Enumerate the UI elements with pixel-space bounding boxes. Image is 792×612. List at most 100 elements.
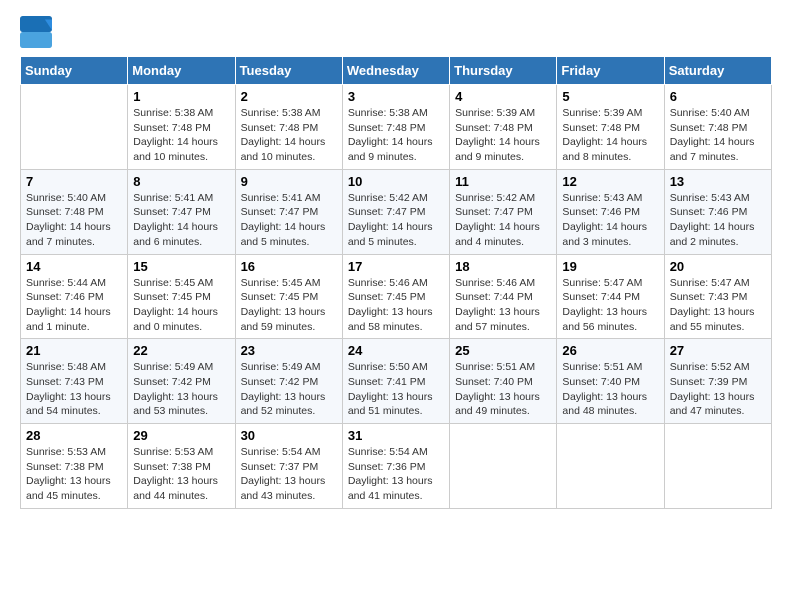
calendar-cell: 3 Sunrise: 5:38 AMSunset: 7:48 PMDaylight…: [342, 85, 449, 170]
day-number: 29: [133, 428, 229, 443]
day-info: Sunrise: 5:38 AMSunset: 7:48 PMDaylight:…: [241, 106, 337, 165]
day-info: Sunrise: 5:38 AMSunset: 7:48 PMDaylight:…: [133, 106, 229, 165]
day-number: 5: [562, 89, 658, 104]
calendar-cell: 20Sunrise: 5:47 AMSunset: 7:43 PMDayligh…: [664, 254, 771, 339]
calendar-cell: 7 Sunrise: 5:40 AMSunset: 7:48 PMDaylight…: [21, 169, 128, 254]
calendar-cell: [21, 85, 128, 170]
week-row-2: 7 Sunrise: 5:40 AMSunset: 7:48 PMDaylight…: [21, 169, 772, 254]
calendar-cell: 9 Sunrise: 5:41 AMSunset: 7:47 PMDaylight…: [235, 169, 342, 254]
col-header-monday: Monday: [128, 57, 235, 85]
day-info: Sunrise: 5:41 AMSunset: 7:47 PMDaylight:…: [241, 191, 337, 250]
calendar-cell: 16 Sunrise: 5:45 AMSunset: 7:45 PMDayligh…: [235, 254, 342, 339]
day-number: 6: [670, 89, 766, 104]
calendar-cell: 19 Sunrise: 5:47 AMSunset: 7:44 PMDayligh…: [557, 254, 664, 339]
calendar-cell: 25 Sunrise: 5:51 AMSunset: 7:40 PMDayligh…: [450, 339, 557, 424]
day-info: Sunrise: 5:40 AMSunset: 7:48 PMDaylight:…: [26, 191, 122, 250]
day-info: Sunrise: 5:45 AMSunset: 7:45 PMDaylight:…: [241, 276, 337, 335]
calendar-cell: 15 Sunrise: 5:45 AMSunset: 7:45 PMDayligh…: [128, 254, 235, 339]
day-number: 11: [455, 174, 551, 189]
col-header-thursday: Thursday: [450, 57, 557, 85]
week-row-4: 21 Sunrise: 5:48 AMSunset: 7:43 PMDayligh…: [21, 339, 772, 424]
day-info: Sunrise: 5:40 AMSunset: 7:48 PMDaylight:…: [670, 106, 766, 165]
calendar-cell: 11Sunrise: 5:42 AMSunset: 7:47 PMDayligh…: [450, 169, 557, 254]
day-number: 31: [348, 428, 444, 443]
day-number: 8: [133, 174, 229, 189]
day-info: Sunrise: 5:50 AMSunset: 7:41 PMDaylight:…: [348, 360, 444, 419]
day-number: 12: [562, 174, 658, 189]
page-header: [20, 16, 772, 48]
calendar-cell: 4 Sunrise: 5:39 AMSunset: 7:48 PMDaylight…: [450, 85, 557, 170]
day-number: 16: [241, 259, 337, 274]
day-info: Sunrise: 5:45 AMSunset: 7:45 PMDaylight:…: [133, 276, 229, 335]
day-number: 21: [26, 343, 122, 358]
calendar-cell: [557, 424, 664, 509]
week-row-1: 1 Sunrise: 5:38 AMSunset: 7:48 PMDaylight…: [21, 85, 772, 170]
day-info: Sunrise: 5:51 AMSunset: 7:40 PMDaylight:…: [455, 360, 551, 419]
calendar-cell: 17 Sunrise: 5:46 AMSunset: 7:45 PMDayligh…: [342, 254, 449, 339]
calendar-cell: 21 Sunrise: 5:48 AMSunset: 7:43 PMDayligh…: [21, 339, 128, 424]
day-number: 4: [455, 89, 551, 104]
header-row: SundayMondayTuesdayWednesdayThursdayFrid…: [21, 57, 772, 85]
col-header-sunday: Sunday: [21, 57, 128, 85]
day-number: 14: [26, 259, 122, 274]
day-number: 3: [348, 89, 444, 104]
day-info: Sunrise: 5:39 AMSunset: 7:48 PMDaylight:…: [562, 106, 658, 165]
day-number: 13: [670, 174, 766, 189]
calendar-cell: 30Sunrise: 5:54 AMSunset: 7:37 PMDayligh…: [235, 424, 342, 509]
day-number: 7: [26, 174, 122, 189]
day-number: 17: [348, 259, 444, 274]
calendar-cell: [450, 424, 557, 509]
day-info: Sunrise: 5:43 AMSunset: 7:46 PMDaylight:…: [562, 191, 658, 250]
week-row-5: 28Sunrise: 5:53 AMSunset: 7:38 PMDayligh…: [21, 424, 772, 509]
calendar-cell: 12 Sunrise: 5:43 AMSunset: 7:46 PMDayligh…: [557, 169, 664, 254]
col-header-tuesday: Tuesday: [235, 57, 342, 85]
calendar-cell: 31 Sunrise: 5:54 AMSunset: 7:36 PMDayligh…: [342, 424, 449, 509]
day-number: 24: [348, 343, 444, 358]
day-info: Sunrise: 5:46 AMSunset: 7:45 PMDaylight:…: [348, 276, 444, 335]
calendar-cell: 23 Sunrise: 5:49 AMSunset: 7:42 PMDayligh…: [235, 339, 342, 424]
day-info: Sunrise: 5:39 AMSunset: 7:48 PMDaylight:…: [455, 106, 551, 165]
day-number: 1: [133, 89, 229, 104]
day-info: Sunrise: 5:49 AMSunset: 7:42 PMDaylight:…: [241, 360, 337, 419]
calendar-cell: 22 Sunrise: 5:49 AMSunset: 7:42 PMDayligh…: [128, 339, 235, 424]
calendar-cell: [664, 424, 771, 509]
calendar-cell: 13Sunrise: 5:43 AMSunset: 7:46 PMDayligh…: [664, 169, 771, 254]
calendar-cell: 26Sunrise: 5:51 AMSunset: 7:40 PMDayligh…: [557, 339, 664, 424]
calendar-cell: 8 Sunrise: 5:41 AMSunset: 7:47 PMDaylight…: [128, 169, 235, 254]
day-info: Sunrise: 5:48 AMSunset: 7:43 PMDaylight:…: [26, 360, 122, 419]
calendar-cell: 29 Sunrise: 5:53 AMSunset: 7:38 PMDayligh…: [128, 424, 235, 509]
day-info: Sunrise: 5:51 AMSunset: 7:40 PMDaylight:…: [562, 360, 658, 419]
day-number: 27: [670, 343, 766, 358]
day-number: 25: [455, 343, 551, 358]
day-number: 9: [241, 174, 337, 189]
day-info: Sunrise: 5:44 AMSunset: 7:46 PMDaylight:…: [26, 276, 122, 335]
day-info: Sunrise: 5:53 AMSunset: 7:38 PMDaylight:…: [133, 445, 229, 504]
day-info: Sunrise: 5:53 AMSunset: 7:38 PMDaylight:…: [26, 445, 122, 504]
calendar-cell: 18 Sunrise: 5:46 AMSunset: 7:44 PMDayligh…: [450, 254, 557, 339]
day-number: 22: [133, 343, 229, 358]
day-number: 18: [455, 259, 551, 274]
calendar-cell: 24 Sunrise: 5:50 AMSunset: 7:41 PMDayligh…: [342, 339, 449, 424]
day-number: 23: [241, 343, 337, 358]
week-row-3: 14 Sunrise: 5:44 AMSunset: 7:46 PMDayligh…: [21, 254, 772, 339]
calendar-table: SundayMondayTuesdayWednesdayThursdayFrid…: [20, 56, 772, 509]
day-number: 2: [241, 89, 337, 104]
day-number: 10: [348, 174, 444, 189]
calendar-cell: 10 Sunrise: 5:42 AMSunset: 7:47 PMDayligh…: [342, 169, 449, 254]
day-number: 19: [562, 259, 658, 274]
day-info: Sunrise: 5:49 AMSunset: 7:42 PMDaylight:…: [133, 360, 229, 419]
day-info: Sunrise: 5:41 AMSunset: 7:47 PMDaylight:…: [133, 191, 229, 250]
logo-icon: [20, 16, 52, 48]
calendar-cell: 28Sunrise: 5:53 AMSunset: 7:38 PMDayligh…: [21, 424, 128, 509]
day-info: Sunrise: 5:46 AMSunset: 7:44 PMDaylight:…: [455, 276, 551, 335]
col-header-wednesday: Wednesday: [342, 57, 449, 85]
calendar-cell: 6 Sunrise: 5:40 AMSunset: 7:48 PMDaylight…: [664, 85, 771, 170]
day-info: Sunrise: 5:42 AMSunset: 7:47 PMDaylight:…: [348, 191, 444, 250]
day-info: Sunrise: 5:38 AMSunset: 7:48 PMDaylight:…: [348, 106, 444, 165]
day-number: 15: [133, 259, 229, 274]
day-info: Sunrise: 5:54 AMSunset: 7:36 PMDaylight:…: [348, 445, 444, 504]
calendar-cell: 2 Sunrise: 5:38 AMSunset: 7:48 PMDaylight…: [235, 85, 342, 170]
col-header-saturday: Saturday: [664, 57, 771, 85]
day-info: Sunrise: 5:47 AMSunset: 7:44 PMDaylight:…: [562, 276, 658, 335]
day-info: Sunrise: 5:47 AMSunset: 7:43 PMDaylight:…: [670, 276, 766, 335]
